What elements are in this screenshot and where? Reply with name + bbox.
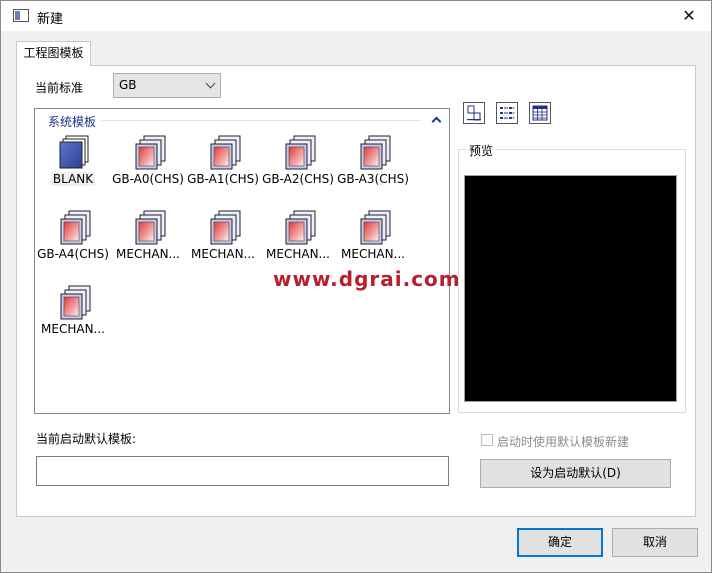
template-item-text: MECHAN... (266, 247, 330, 261)
cancel-button[interactable]: 取消 (612, 528, 698, 557)
template-item-text: MECHAN... (191, 247, 255, 261)
standard-label: 当前标准 (35, 81, 84, 95)
preview-title: 预览 (466, 142, 497, 159)
list-view-button[interactable] (496, 102, 518, 124)
drawing-template-icon (207, 210, 241, 246)
template-item-text: MECHAN... (116, 247, 180, 261)
group-divider (101, 120, 421, 121)
template-item-label: GB-A1(CHS) (186, 172, 260, 186)
large-icon-view-icon (467, 105, 481, 121)
template-item-label: BLANK (36, 172, 110, 186)
drawing-template-icon (132, 135, 166, 171)
large-icon-view-button[interactable] (463, 102, 485, 124)
startup-default-checkbox-label: 启动时使用默认模板新建 (497, 435, 630, 449)
template-item-text: GB-A4(CHS) (37, 247, 109, 261)
template-item[interactable]: GB-A1(CHS) (186, 135, 260, 205)
default-template-field[interactable] (36, 456, 449, 486)
template-item-label: MECHAN... (261, 247, 335, 261)
drawing-template-icon (282, 210, 316, 246)
drawing-template-icon (357, 135, 391, 171)
blank-template-icon (57, 135, 91, 171)
template-item[interactable]: BLANK (36, 135, 110, 205)
drawing-template-icon (207, 135, 241, 171)
template-item-label: MECHAN... (336, 247, 410, 261)
template-list[interactable]: 系统模板 BLANK GB-A0(CHS) GB-A1(CHS) GB-A2(CHS)… (34, 108, 450, 414)
template-item[interactable]: MECHAN... (111, 210, 185, 280)
drawing-template-icon (357, 210, 391, 246)
drawing-template-icon (132, 210, 166, 246)
title-bar: 新建 ✕ (1, 1, 711, 31)
template-item-text: MECHAN... (341, 247, 405, 261)
drawing-template-icon (57, 210, 91, 246)
template-item-label: GB-A2(CHS) (261, 172, 335, 186)
tab-drawing-templates[interactable]: 工程图模板 (16, 41, 91, 66)
ok-button[interactable]: 确定 (517, 528, 603, 557)
detail-view-button[interactable] (529, 102, 551, 124)
template-item-label: GB-A0(CHS) (111, 172, 185, 186)
template-item[interactable]: GB-A3(CHS) (336, 135, 410, 205)
close-icon[interactable]: ✕ (675, 3, 703, 29)
template-item-text: MECHAN... (41, 322, 105, 336)
drawing-template-icon (57, 285, 91, 321)
watermark-text: www.dgrai.com (273, 267, 461, 291)
drawing-template-icon (282, 135, 316, 171)
template-item[interactable]: MECHAN... (36, 285, 110, 355)
collapse-group-icon[interactable] (431, 116, 442, 127)
template-item-text: BLANK (50, 172, 96, 186)
app-window-icon (13, 9, 29, 22)
template-item-label: MECHAN... (111, 247, 185, 261)
template-item[interactable]: GB-A0(CHS) (111, 135, 185, 205)
template-item-label: MECHAN... (36, 322, 110, 336)
window-title: 新建 (37, 12, 64, 27)
preview-canvas (464, 175, 677, 402)
group-title: 系统模板 (48, 113, 101, 130)
template-item-text: GB-A3(CHS) (337, 172, 409, 186)
template-item-text: GB-A1(CHS) (187, 172, 259, 186)
template-item[interactable]: GB-A4(CHS) (36, 210, 110, 280)
template-item-text: GB-A2(CHS) (262, 172, 334, 186)
standard-select-value: GB (119, 78, 137, 92)
set-startup-default-button[interactable]: 设为启动默认(D) (480, 459, 671, 488)
standard-select[interactable]: GB (113, 73, 221, 98)
startup-default-checkbox[interactable] (481, 434, 493, 446)
template-item-label: GB-A4(CHS) (36, 247, 110, 261)
list-view-icon (500, 107, 515, 119)
template-item-text: GB-A0(CHS) (112, 172, 184, 186)
template-item[interactable]: GB-A2(CHS) (261, 135, 335, 205)
detail-view-icon (532, 105, 548, 121)
template-item[interactable]: MECHAN... (186, 210, 260, 280)
new-dialog: 新建 ✕ 工程图模板 当前标准 GB 系统模板 BLANK GB-A0(CHS) G… (0, 0, 712, 573)
chevron-down-icon (205, 78, 216, 89)
template-item-label: GB-A3(CHS) (336, 172, 410, 186)
default-template-label: 当前启动默认模板: (36, 432, 137, 446)
template-item-label: MECHAN... (186, 247, 260, 261)
